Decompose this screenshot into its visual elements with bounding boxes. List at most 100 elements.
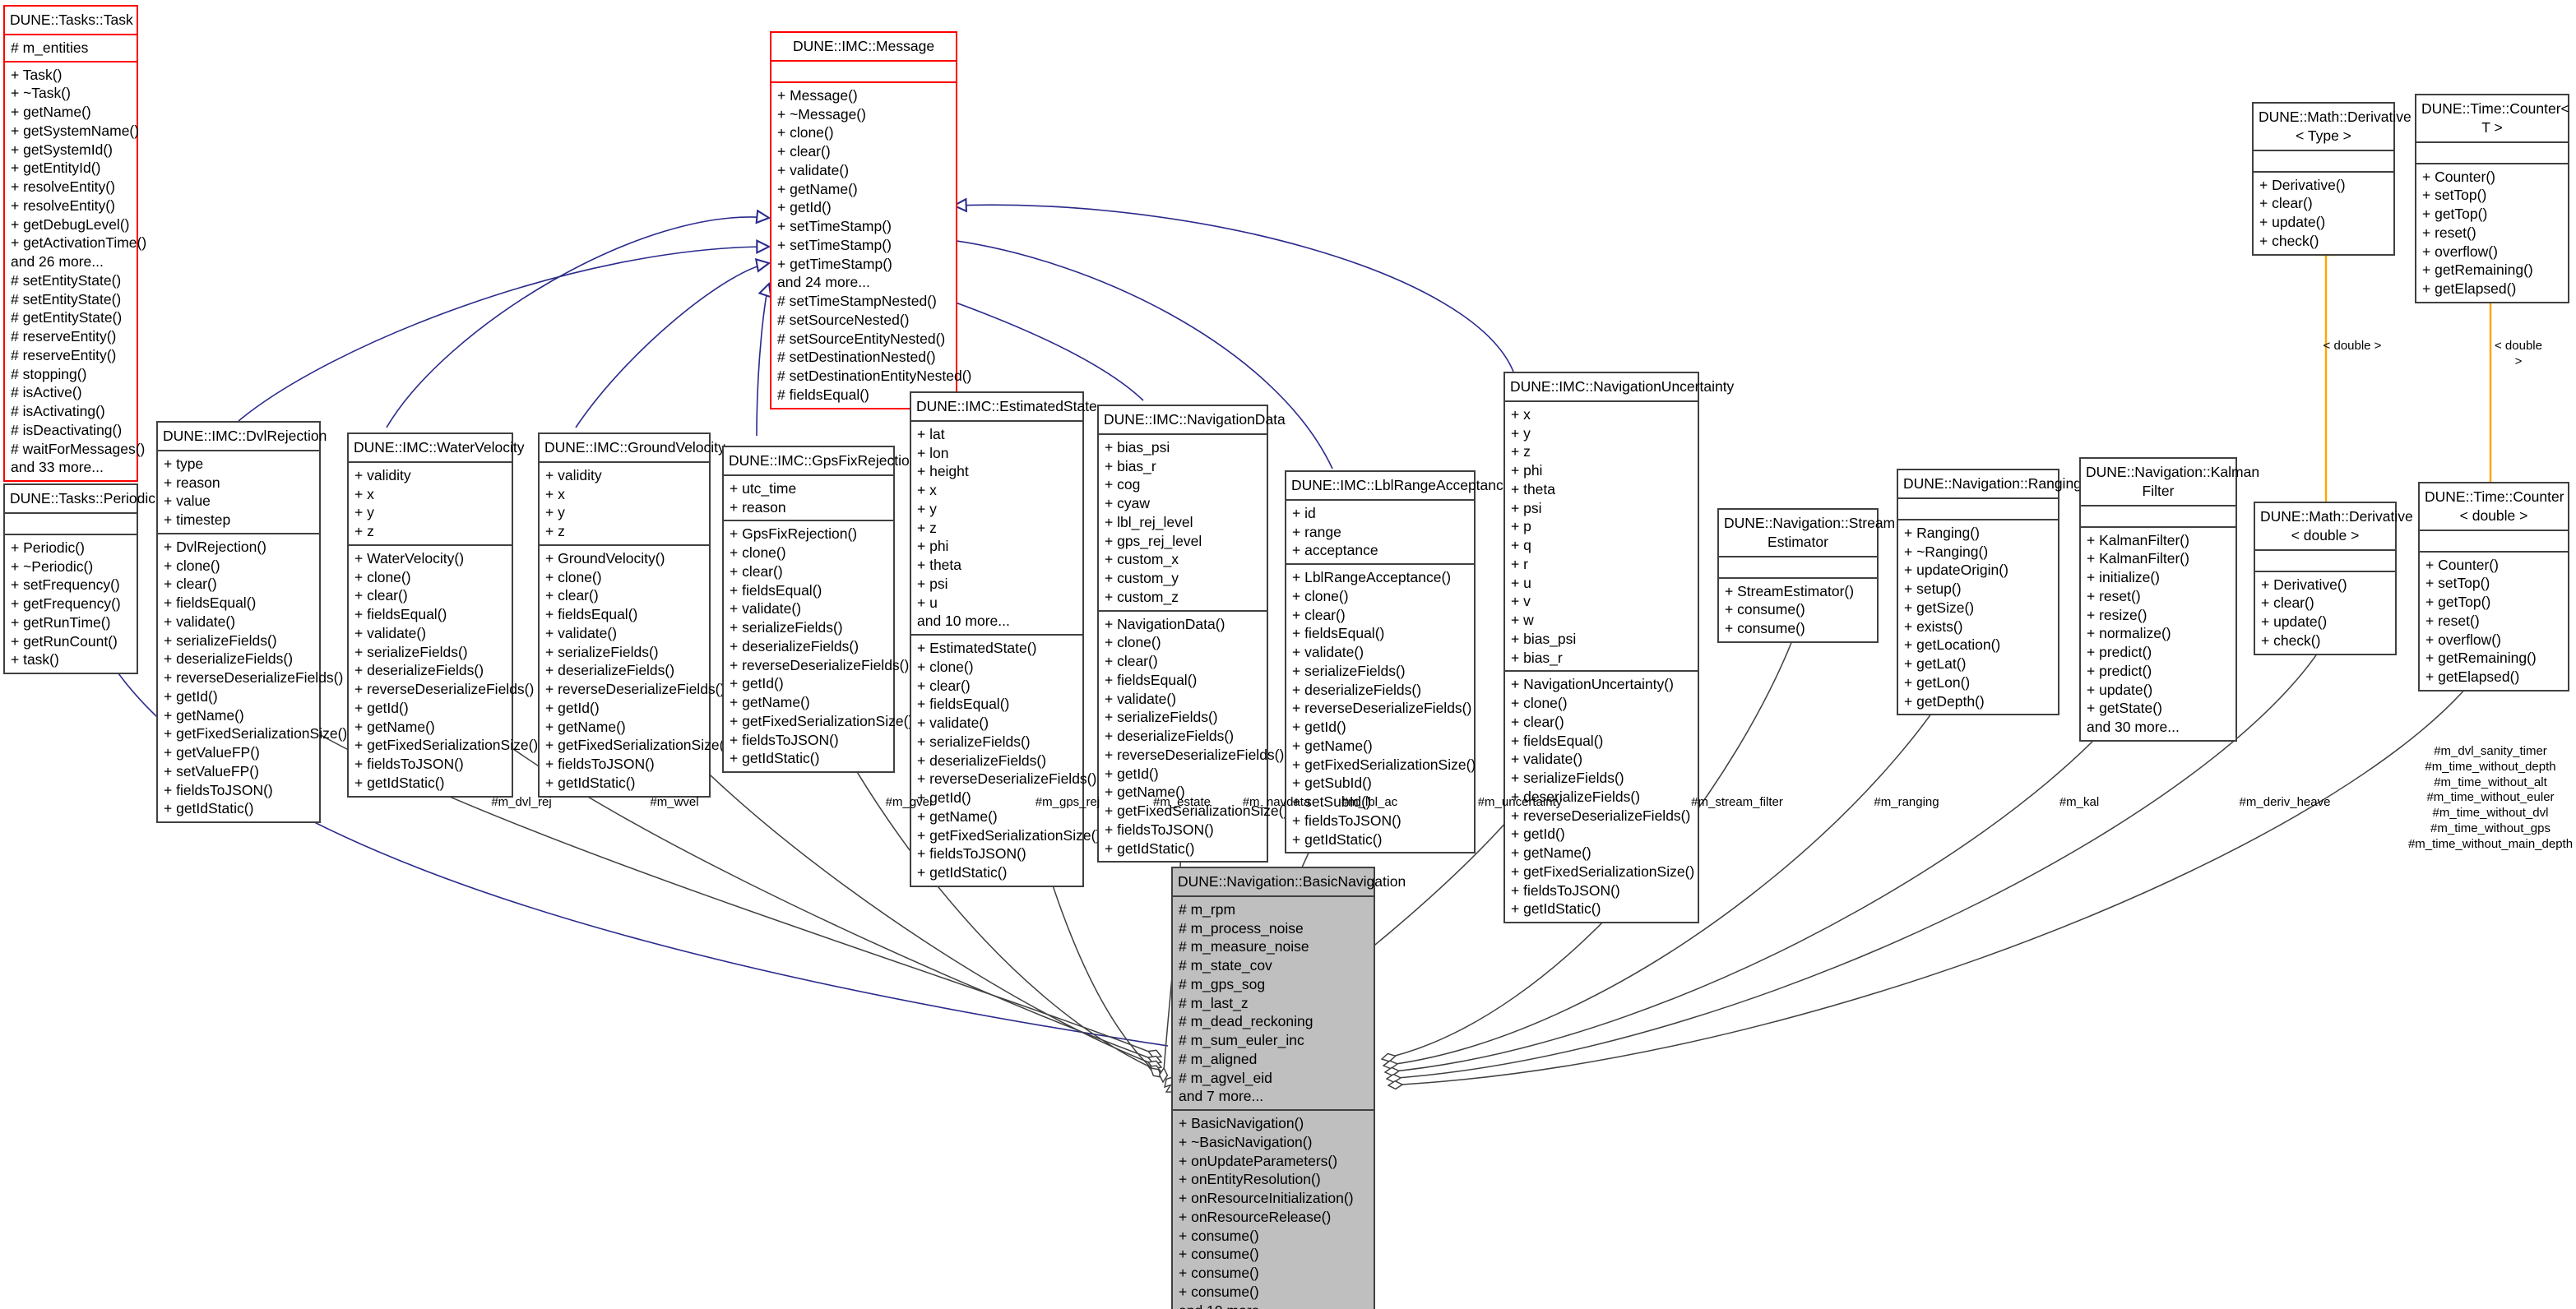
class-member: + validate()	[545, 624, 618, 641]
class-periodic[interactable]: DUNE::Tasks::Periodic + Periodic() + ~Per…	[3, 483, 155, 674]
class-member: + setup()	[1904, 580, 1962, 597]
class-member: + getName()	[730, 694, 810, 710]
class-operations: + Task() + ~Task() + getName() + getSystemN…	[5, 62, 146, 481]
class-member: + lat	[917, 425, 945, 442]
class-member: # reserveEntity()	[11, 328, 117, 345]
class-attributes	[2081, 506, 2235, 528]
class-member: and 26 more...	[11, 253, 104, 270]
class-counter-double[interactable]: DUNE::Time::Counter < double > + Counter…	[2418, 482, 2569, 692]
class-member: # setSourceEntityNested()	[777, 330, 946, 347]
class-member: + getFrequency()	[11, 595, 121, 612]
class-member: + initialize()	[2087, 569, 2160, 585]
class-navigation-uncertainty[interactable]: DUNE::IMC::NavigationUncertainty + x + y +…	[1503, 372, 1734, 923]
class-attributes: + type + reason + value + timestep	[158, 451, 319, 534]
class-member: # stopping()	[11, 365, 87, 382]
class-member: + getTimeStamp()	[777, 255, 892, 272]
class-member: + phi	[1511, 462, 1543, 479]
class-member: + getValueFP()	[164, 744, 260, 761]
class-estimated-state[interactable]: DUNE::IMC::EstimatedState + lat + lon + he…	[910, 391, 1101, 887]
class-member: + GpsFixRejection()	[730, 525, 858, 543]
class-member: and 10 more...	[1179, 1302, 1369, 1309]
class-member: + reset()	[2425, 612, 2480, 629]
class-derivative-type[interactable]: DUNE::Math::Derivative < Type > + Deriva…	[2252, 102, 2412, 256]
class-navigation-data[interactable]: DUNE::IMC::NavigationData + bias_psi + bi…	[1097, 405, 1288, 863]
class-member: + getName()	[164, 706, 244, 724]
class-basic-navigation[interactable]: DUNE::Navigation::BasicNavigation # m_rp…	[1171, 867, 1406, 1309]
class-member: + lbl_rej_level	[1105, 513, 1193, 530]
class-water-velocity[interactable]: DUNE::IMC::WaterVelocity + validity + x + …	[347, 432, 538, 798]
class-member: + serializeFields()	[917, 733, 1031, 750]
class-dvl-rejection[interactable]: DUNE::IMC::DvlRejection + type + reason + …	[156, 421, 348, 823]
class-member: + bias_r	[1105, 457, 1156, 474]
class-member: # m_state_cov	[1179, 957, 1272, 974]
template-binding-label-left: < double >	[2323, 339, 2382, 353]
class-member: + GroundVelocity()	[545, 549, 665, 567]
class-member: + reset()	[2087, 587, 2141, 604]
class-member: + validity	[545, 466, 602, 483]
class-member: + z	[917, 519, 937, 536]
class-member: + deserializeFields()	[164, 650, 294, 668]
class-title: DUNE::Tasks::Task	[5, 7, 137, 35]
class-member: + timestep	[164, 511, 231, 528]
class-member: + v	[1511, 593, 1531, 610]
class-member: + ~Periodic()	[11, 557, 94, 575]
class-attributes: # m_rpm # m_process_noise # m_measure_nois…	[1173, 897, 1374, 1111]
class-member: + bias_psi	[1511, 630, 1577, 647]
class-member: + r	[1511, 555, 1528, 572]
class-gps-fix-rejection[interactable]: DUNE::IMC::GpsFixRejection + utc_time + r…	[722, 446, 918, 773]
class-member: + deserializeFields()	[1292, 681, 1422, 698]
class-member: + validate()	[1511, 751, 1583, 768]
class-member: + reverseDeserializeFields()	[354, 681, 535, 697]
class-member: + getFixedSerializationSize()	[164, 725, 348, 742]
class-attributes	[2254, 151, 2393, 173]
class-message[interactable]: DUNE::IMC::Message + Message() + ~Message…	[770, 31, 971, 409]
class-member: + reverseDeserializeFields()	[1105, 746, 1285, 763]
class-member: + predict()	[2087, 662, 2152, 679]
class-member: + getIdStatic()	[730, 750, 820, 767]
class-member: + Ranging()	[1904, 524, 1980, 541]
class-member: + clone()	[1511, 695, 1568, 711]
class-member: + getLocation()	[1904, 636, 2001, 654]
class-stream-estimator[interactable]: DUNE::Navigation::Stream Estimator + Str…	[1717, 508, 1895, 643]
class-attributes: # m_entities	[5, 35, 137, 62]
class-member: + ~Task()	[11, 85, 71, 102]
class-attributes: + lat + lon + height + x + y + z + phi + theta +…	[911, 422, 1082, 636]
class-member: + acceptance	[1292, 542, 1378, 559]
edge-label-counters: #m_dvl_sanity_timer #m_time_without_dept…	[2407, 744, 2574, 851]
class-member: + update()	[2259, 214, 2326, 230]
edge-label-gvel: #m_gvel	[885, 795, 933, 809]
class-member: # isDeactivating()	[11, 421, 123, 438]
class-kalman-filter[interactable]: DUNE::Navigation::Kalman Filter + Kalman…	[2079, 457, 2259, 742]
class-member: + reverseDeserializeFields()	[164, 669, 344, 686]
class-member: + x	[1511, 405, 1531, 423]
class-member: + id	[1292, 504, 1316, 521]
class-task[interactable]: DUNE::Tasks::Task # m_entities + Task()+…	[3, 5, 146, 482]
class-ground-velocity[interactable]: DUNE::IMC::GroundVelocity + validity + x +…	[538, 432, 729, 798]
class-member: + KalmanFilter()	[2087, 550, 2189, 567]
class-member: + reverseDeserializeFields()	[917, 770, 1097, 788]
class-operations: + EstimatedState() + clone() + clear() + fi…	[911, 636, 1101, 886]
class-member: + fieldsToJSON()	[1105, 821, 1214, 838]
class-ranging[interactable]: DUNE::Navigation::Ranging + Ranging() + ~…	[1897, 469, 2082, 716]
class-member: + getFixedSerializationSize()	[917, 826, 1101, 844]
class-member: + x	[354, 485, 374, 502]
class-member: + Message()	[777, 86, 858, 104]
class-attributes	[2416, 143, 2568, 164]
class-member: + Task()	[11, 66, 63, 83]
class-operations: + Message() + ~Message() + clone() + clear(…	[771, 83, 971, 408]
class-member: + z	[354, 523, 374, 539]
class-title: DUNE::IMC::NavigationData	[1099, 406, 1286, 435]
class-member: + task()	[11, 651, 59, 668]
class-member: + getTop()	[2425, 594, 2491, 610]
class-derivative-double[interactable]: DUNE::Math::Derivative < double > + Deri…	[2254, 502, 2413, 655]
class-member: + getElapsed()	[2422, 280, 2517, 297]
class-member: + getName()	[1292, 737, 1373, 754]
class-member: and 10 more...	[917, 613, 1010, 630]
class-member: # isActivating()	[11, 403, 105, 419]
class-member: + fieldsToJSON()	[545, 756, 655, 772]
class-member: + lon	[917, 444, 949, 461]
class-counter-t[interactable]: DUNE::Time::Counter< T > + Counter() + se…	[2415, 94, 2569, 303]
class-member: + w	[1511, 612, 1534, 628]
class-member: + psi	[1511, 499, 1542, 516]
class-member: + getName()	[354, 718, 435, 735]
